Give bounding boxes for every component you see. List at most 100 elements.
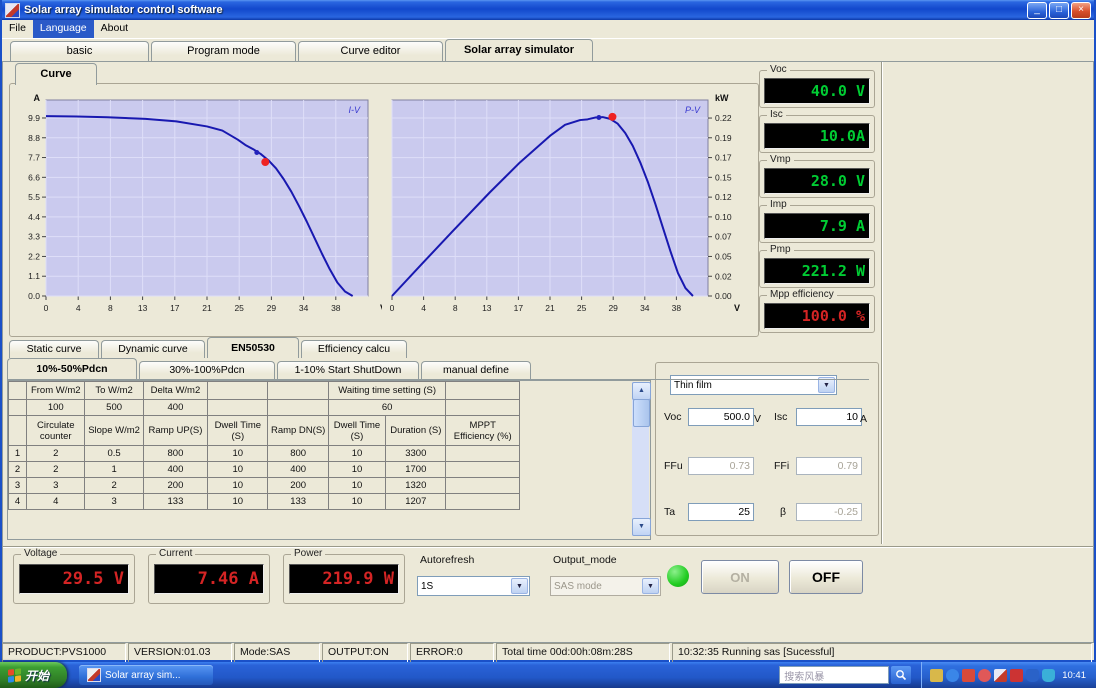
cell[interactable]: 10 <box>327 493 387 510</box>
cell[interactable]: 1207 <box>385 493 447 510</box>
cell[interactable]: 2 <box>26 445 86 462</box>
menu-about[interactable]: About <box>94 20 135 38</box>
tab-manual-define[interactable]: manual define <box>421 361 531 379</box>
cell[interactable]: 10 <box>207 461 269 478</box>
cell[interactable]: 1700 <box>385 461 447 478</box>
on-button[interactable]: ON <box>701 560 779 594</box>
tab-curve[interactable]: Curve <box>15 63 97 85</box>
row-number: 4 <box>7 493 28 510</box>
cell[interactable]: 10 <box>327 477 387 494</box>
menu-file[interactable]: File <box>2 20 33 38</box>
cell[interactable]: 0.5 <box>84 445 144 462</box>
value-from[interactable]: 100 <box>26 399 86 416</box>
cell[interactable]: 400 <box>267 461 329 478</box>
voltage-value: 29.5 V <box>19 564 129 594</box>
value-waiting-time[interactable]: 60 <box>327 399 447 416</box>
scroll-down-icon[interactable]: ▼ <box>632 518 651 536</box>
cell[interactable]: 10 <box>207 477 269 494</box>
cell[interactable] <box>445 493 520 510</box>
cell[interactable]: 1320 <box>385 477 447 494</box>
search-input[interactable]: 搜索风暴 <box>779 666 890 684</box>
beta-input <box>796 503 862 521</box>
cell[interactable] <box>445 445 520 462</box>
tray-icon[interactable] <box>930 668 944 682</box>
vmp-display-group: Vmp 28.0 V <box>759 154 875 198</box>
tray-icon[interactable] <box>1042 668 1056 682</box>
cell[interactable]: 1 <box>84 461 144 478</box>
tray-icon[interactable] <box>946 668 960 682</box>
tab-curve-editor[interactable]: Curve editor <box>298 41 443 61</box>
window-title: Solar array simulator control software <box>24 4 223 16</box>
value-to[interactable]: 500 <box>84 399 144 416</box>
cell[interactable]: 200 <box>142 477 209 494</box>
ta-input[interactable] <box>688 503 754 521</box>
cell[interactable] <box>445 461 520 478</box>
measurement-column: Voc 40.0 V Isc 10.0A Vmp 28.0 V Imp 7.9 … <box>759 64 875 340</box>
tab-static-curve[interactable]: Static curve <box>9 340 99 358</box>
tray-icon[interactable] <box>994 668 1008 682</box>
value-cell[interactable] <box>267 399 329 416</box>
menu-language[interactable]: Language <box>32 20 94 38</box>
start-button[interactable]: 开始 <box>0 662 68 688</box>
scroll-up-icon[interactable]: ▲ <box>632 382 651 400</box>
voc-setting-input[interactable] <box>688 408 754 426</box>
off-button[interactable]: OFF <box>789 560 863 594</box>
value-cell[interactable] <box>207 399 269 416</box>
cell[interactable]: 3300 <box>385 445 447 462</box>
tray-icon[interactable] <box>978 668 992 682</box>
ffi-input <box>796 457 862 475</box>
cell[interactable]: 2 <box>26 461 86 478</box>
value-cell[interactable] <box>7 399 28 416</box>
tab-efficiency-calcu[interactable]: Efficiency calcu <box>301 340 407 358</box>
cell[interactable]: 133 <box>142 493 209 510</box>
output-mode-select[interactable]: SAS mode ▼ <box>550 576 661 596</box>
chevron-down-icon[interactable]: ▼ <box>642 578 659 594</box>
cell[interactable]: 200 <box>267 477 329 494</box>
cell[interactable]: 133 <box>267 493 329 510</box>
cell[interactable]: 400 <box>142 461 209 478</box>
cell[interactable]: 800 <box>142 445 209 462</box>
output-mode-value: SAS mode <box>554 580 602 592</box>
autorefresh-select[interactable]: 1S ▼ <box>417 576 530 596</box>
isc-display-group: Isc 10.0A <box>759 109 875 153</box>
tab-solar-array-simulator[interactable]: Solar array simulator <box>445 39 593 61</box>
tab-start-shutdown[interactable]: 1-10% Start ShutDown <box>277 361 419 379</box>
cell[interactable]: 10 <box>207 445 269 462</box>
tab-10-50-pdcn[interactable]: 10%-50%Pdcn <box>7 358 137 379</box>
chevron-down-icon[interactable]: ▼ <box>511 578 528 594</box>
table-header-row-2: Circulate counter Slope W/m2 Ramp UP(S) … <box>7 415 520 446</box>
tab-30-100-pdcn[interactable]: 30%-100%Pdcn <box>139 361 275 379</box>
tab-dynamic-curve[interactable]: Dynamic curve <box>101 340 205 358</box>
scrollbar-thumb[interactable] <box>633 399 650 427</box>
tab-en50530[interactable]: EN50530 <box>207 337 299 358</box>
cell[interactable] <box>445 477 520 494</box>
tab-program-mode[interactable]: Program mode <box>151 41 296 61</box>
isc-setting-input[interactable] <box>796 408 862 426</box>
tab-basic[interactable]: basic <box>10 41 149 61</box>
taskbar-item-solar-array[interactable]: Solar array sim... <box>79 665 214 685</box>
cell[interactable]: 2 <box>84 477 144 494</box>
section-tabstrip: Static curve Dynamic curve EN50530 Effic… <box>9 337 409 358</box>
maximize-button[interactable]: □ <box>1049 1 1069 19</box>
minimize-button[interactable]: _ <box>1027 1 1047 19</box>
table-row: 2 2 1 400 10 400 10 1700 <box>7 461 520 478</box>
cell[interactable]: 800 <box>267 445 329 462</box>
tray-icon[interactable] <box>1026 668 1040 682</box>
svg-text:0: 0 <box>390 303 395 313</box>
table-scrollbar[interactable]: ▲ ▼ <box>632 382 651 536</box>
tray-icon[interactable] <box>962 668 976 682</box>
tray-icon[interactable] <box>1010 668 1024 682</box>
close-button[interactable]: × <box>1071 1 1091 19</box>
svg-text:0.22: 0.22 <box>715 113 732 123</box>
value-delta[interactable]: 400 <box>142 399 209 416</box>
svg-text:25: 25 <box>234 303 244 313</box>
cell[interactable]: 3 <box>26 477 86 494</box>
header-waiting-time: Waiting time setting (S) <box>327 381 447 400</box>
search-button[interactable] <box>891 666 912 684</box>
cell[interactable]: 3 <box>84 493 144 510</box>
cell[interactable]: 10 <box>327 445 387 462</box>
value-cell[interactable] <box>445 399 520 416</box>
cell[interactable]: 10 <box>207 493 269 510</box>
cell[interactable]: 10 <box>327 461 387 478</box>
cell[interactable]: 4 <box>26 493 86 510</box>
